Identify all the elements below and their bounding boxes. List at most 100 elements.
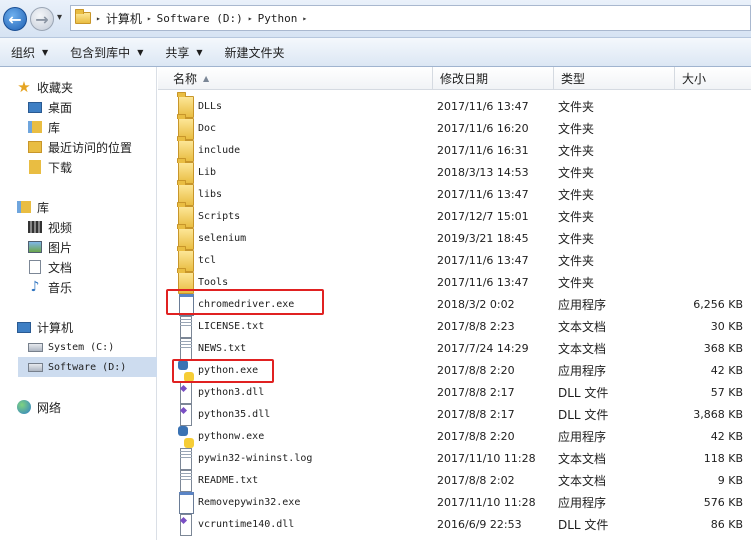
video-icon — [27, 219, 43, 235]
file-row[interactable]: DLLs 2017/11/6 13:47 文件夹 — [158, 96, 751, 118]
chevron-right-icon[interactable]: ▸ — [302, 14, 307, 23]
file-name: Removepywin32.exe — [198, 497, 301, 508]
file-type: 文件夹 — [558, 166, 595, 180]
forward-arrow-icon[interactable]: → — [30, 7, 54, 31]
sidebar-item-software-drive[interactable]: Software (D:) — [18, 357, 157, 377]
chevron-right-icon[interactable]: ▸ — [248, 14, 253, 23]
file-row[interactable]: python35.dll 2017/8/8 2:17 DLL 文件 3,868 KB — [158, 404, 751, 426]
file-type: 文本文档 — [558, 320, 607, 334]
file-date: 2018/3/2 0:02 — [437, 298, 515, 311]
file-type: DLL 文件 — [558, 386, 609, 400]
sidebar-label: 收藏夹 — [37, 80, 74, 95]
file-row[interactable]: vcruntime140.dll 2016/6/9 22:53 DLL 文件 86 K… — [158, 514, 751, 536]
file-row[interactable]: tcl 2017/11/6 13:47 文件夹 — [158, 250, 751, 272]
file-type: 文本文档 — [558, 342, 607, 356]
sidebar-item-library[interactable]: 库 — [27, 117, 157, 137]
sidebar-label: Software (D:) — [48, 361, 127, 373]
file-date: 2017/12/7 15:01 — [437, 210, 529, 223]
folder-icon — [75, 9, 91, 24]
file-row[interactable]: libs 2017/11/6 13:47 文件夹 — [158, 184, 751, 206]
recent-places-icon — [27, 139, 43, 155]
file-size: 118 KB — [703, 452, 743, 465]
sidebar-item-pictures[interactable]: 图片 — [27, 237, 157, 257]
text-file-icon — [178, 470, 194, 492]
file-type: 文件夹 — [558, 144, 595, 158]
text-file-icon — [178, 338, 194, 360]
sidebar-item-recent-places[interactable]: 最近访问的位置 — [27, 137, 157, 157]
chevron-right-icon[interactable]: ▸ — [147, 14, 152, 23]
file-row[interactable]: python3.dll 2017/8/8 2:17 DLL 文件 57 KB — [158, 382, 751, 404]
column-header-date[interactable]: 修改日期 — [433, 67, 554, 90]
chevron-right-icon[interactable]: ▸ — [96, 14, 101, 23]
share-button[interactable]: 共享 ▼ — [154, 38, 213, 67]
chevron-down-icon: ▼ — [42, 47, 49, 57]
file-size: 368 KB — [703, 342, 743, 355]
sidebar-label: 图片 — [48, 240, 73, 255]
file-type: 文本文档 — [558, 474, 607, 488]
file-row[interactable]: Scripts 2017/12/7 15:01 文件夹 — [158, 206, 751, 228]
file-row[interactable]: LICENSE.txt 2017/8/8 2:23 文本文档 30 KB — [158, 316, 751, 338]
file-type: 文件夹 — [558, 210, 595, 224]
sidebar-item-documents[interactable]: 文档 — [27, 257, 157, 277]
back-arrow-icon[interactable]: ← — [3, 7, 27, 31]
dll-icon — [178, 514, 194, 536]
file-row[interactable]: Removepywin32.exe 2017/11/10 11:28 应用程序 576… — [158, 492, 751, 514]
breadcrumb-python[interactable]: Python — [258, 12, 298, 25]
breadcrumb[interactable]: ▸ 计算机 ▸ Software (D:) ▸ Python ▸ — [70, 5, 751, 31]
sidebar-label: 下载 — [48, 160, 73, 175]
recent-pages-dropdown-icon[interactable]: ▾ — [57, 12, 62, 23]
documents-icon — [27, 259, 43, 275]
file-row[interactable]: Doc 2017/11/6 16:20 文件夹 — [158, 118, 751, 140]
sidebar-network[interactable]: 网络 — [16, 397, 157, 417]
file-name: NEWS.txt — [198, 343, 247, 354]
downloads-icon — [27, 159, 43, 175]
file-name: vcruntime140.dll — [198, 519, 295, 530]
include-in-library-button[interactable]: 包含到库中 ▼ — [59, 38, 154, 67]
sidebar-computer[interactable]: 计算机 — [16, 317, 157, 337]
file-type: 应用程序 — [558, 298, 607, 312]
file-name: pywin32-wininst.log — [198, 453, 313, 464]
sidebar-item-system-drive[interactable]: System (C:) — [27, 337, 157, 357]
pictures-icon — [27, 239, 43, 255]
file-name: Scripts — [198, 211, 241, 222]
file-size: 30 KB — [710, 320, 743, 333]
file-name: Lib — [198, 167, 217, 178]
file-size: 576 KB — [703, 496, 743, 509]
column-header-row: 名称 ▲ 修改日期 类型 大小 — [158, 67, 751, 90]
file-row[interactable]: include 2017/11/6 16:31 文件夹 — [158, 140, 751, 162]
organize-button[interactable]: 组织 ▼ — [0, 38, 59, 67]
navigation-pane: ★ 收藏夹 桌面 库 最近访问的位置 下载 库 视频 图片 文档 ♪ 音乐 计算机 … — [0, 67, 157, 540]
sidebar-libraries[interactable]: 库 — [16, 197, 157, 217]
sidebar-item-videos[interactable]: 视频 — [27, 217, 157, 237]
new-folder-button[interactable]: 新建文件夹 — [214, 38, 296, 67]
organize-label: 组织 — [11, 45, 36, 60]
sidebar-item-downloads[interactable]: 下载 — [27, 157, 157, 177]
column-header-type[interactable]: 类型 — [554, 67, 675, 90]
include-label: 包含到库中 — [70, 45, 131, 60]
file-row[interactable]: selenium 2019/3/21 18:45 文件夹 — [158, 228, 751, 250]
file-date: 2017/8/8 2:02 — [437, 474, 515, 487]
column-header-label: 类型 — [561, 72, 586, 86]
star-icon: ★ — [17, 78, 31, 96]
sidebar-item-desktop[interactable]: 桌面 — [27, 97, 157, 117]
file-date: 2017/11/6 13:47 — [437, 276, 529, 289]
file-row[interactable]: Lib 2018/3/13 14:53 文件夹 — [158, 162, 751, 184]
share-label: 共享 — [165, 45, 190, 60]
file-row[interactable]: pythonw.exe 2017/8/8 2:20 应用程序 42 KB — [158, 426, 751, 448]
file-date: 2017/11/6 16:31 — [437, 144, 529, 157]
file-row[interactable]: pywin32-wininst.log 2017/11/10 11:28 文本文档 1… — [158, 448, 751, 470]
file-size: 3,868 KB — [693, 408, 743, 421]
sidebar-favorites[interactable]: ★ 收藏夹 — [16, 77, 157, 97]
file-type: 文件夹 — [558, 122, 595, 136]
breadcrumb-software-drive[interactable]: Software (D:) — [157, 12, 243, 25]
column-header-name[interactable]: 名称 ▲ — [166, 67, 433, 90]
file-row[interactable]: README.txt 2017/8/8 2:02 文本文档 9 KB — [158, 470, 751, 492]
column-header-size[interactable]: 大小 — [675, 67, 751, 90]
address-bar: ← → ▾ ▸ 计算机 ▸ Software (D:) ▸ Python ▸ — [0, 0, 751, 38]
file-row[interactable]: NEWS.txt 2017/7/24 14:29 文本文档 368 KB — [158, 338, 751, 360]
file-name: include — [198, 145, 241, 156]
file-date: 2018/3/13 14:53 — [437, 166, 529, 179]
file-size: 6,256 KB — [693, 298, 743, 311]
breadcrumb-computer[interactable]: 计算机 — [106, 10, 142, 27]
sidebar-item-music[interactable]: ♪ 音乐 — [27, 277, 157, 297]
